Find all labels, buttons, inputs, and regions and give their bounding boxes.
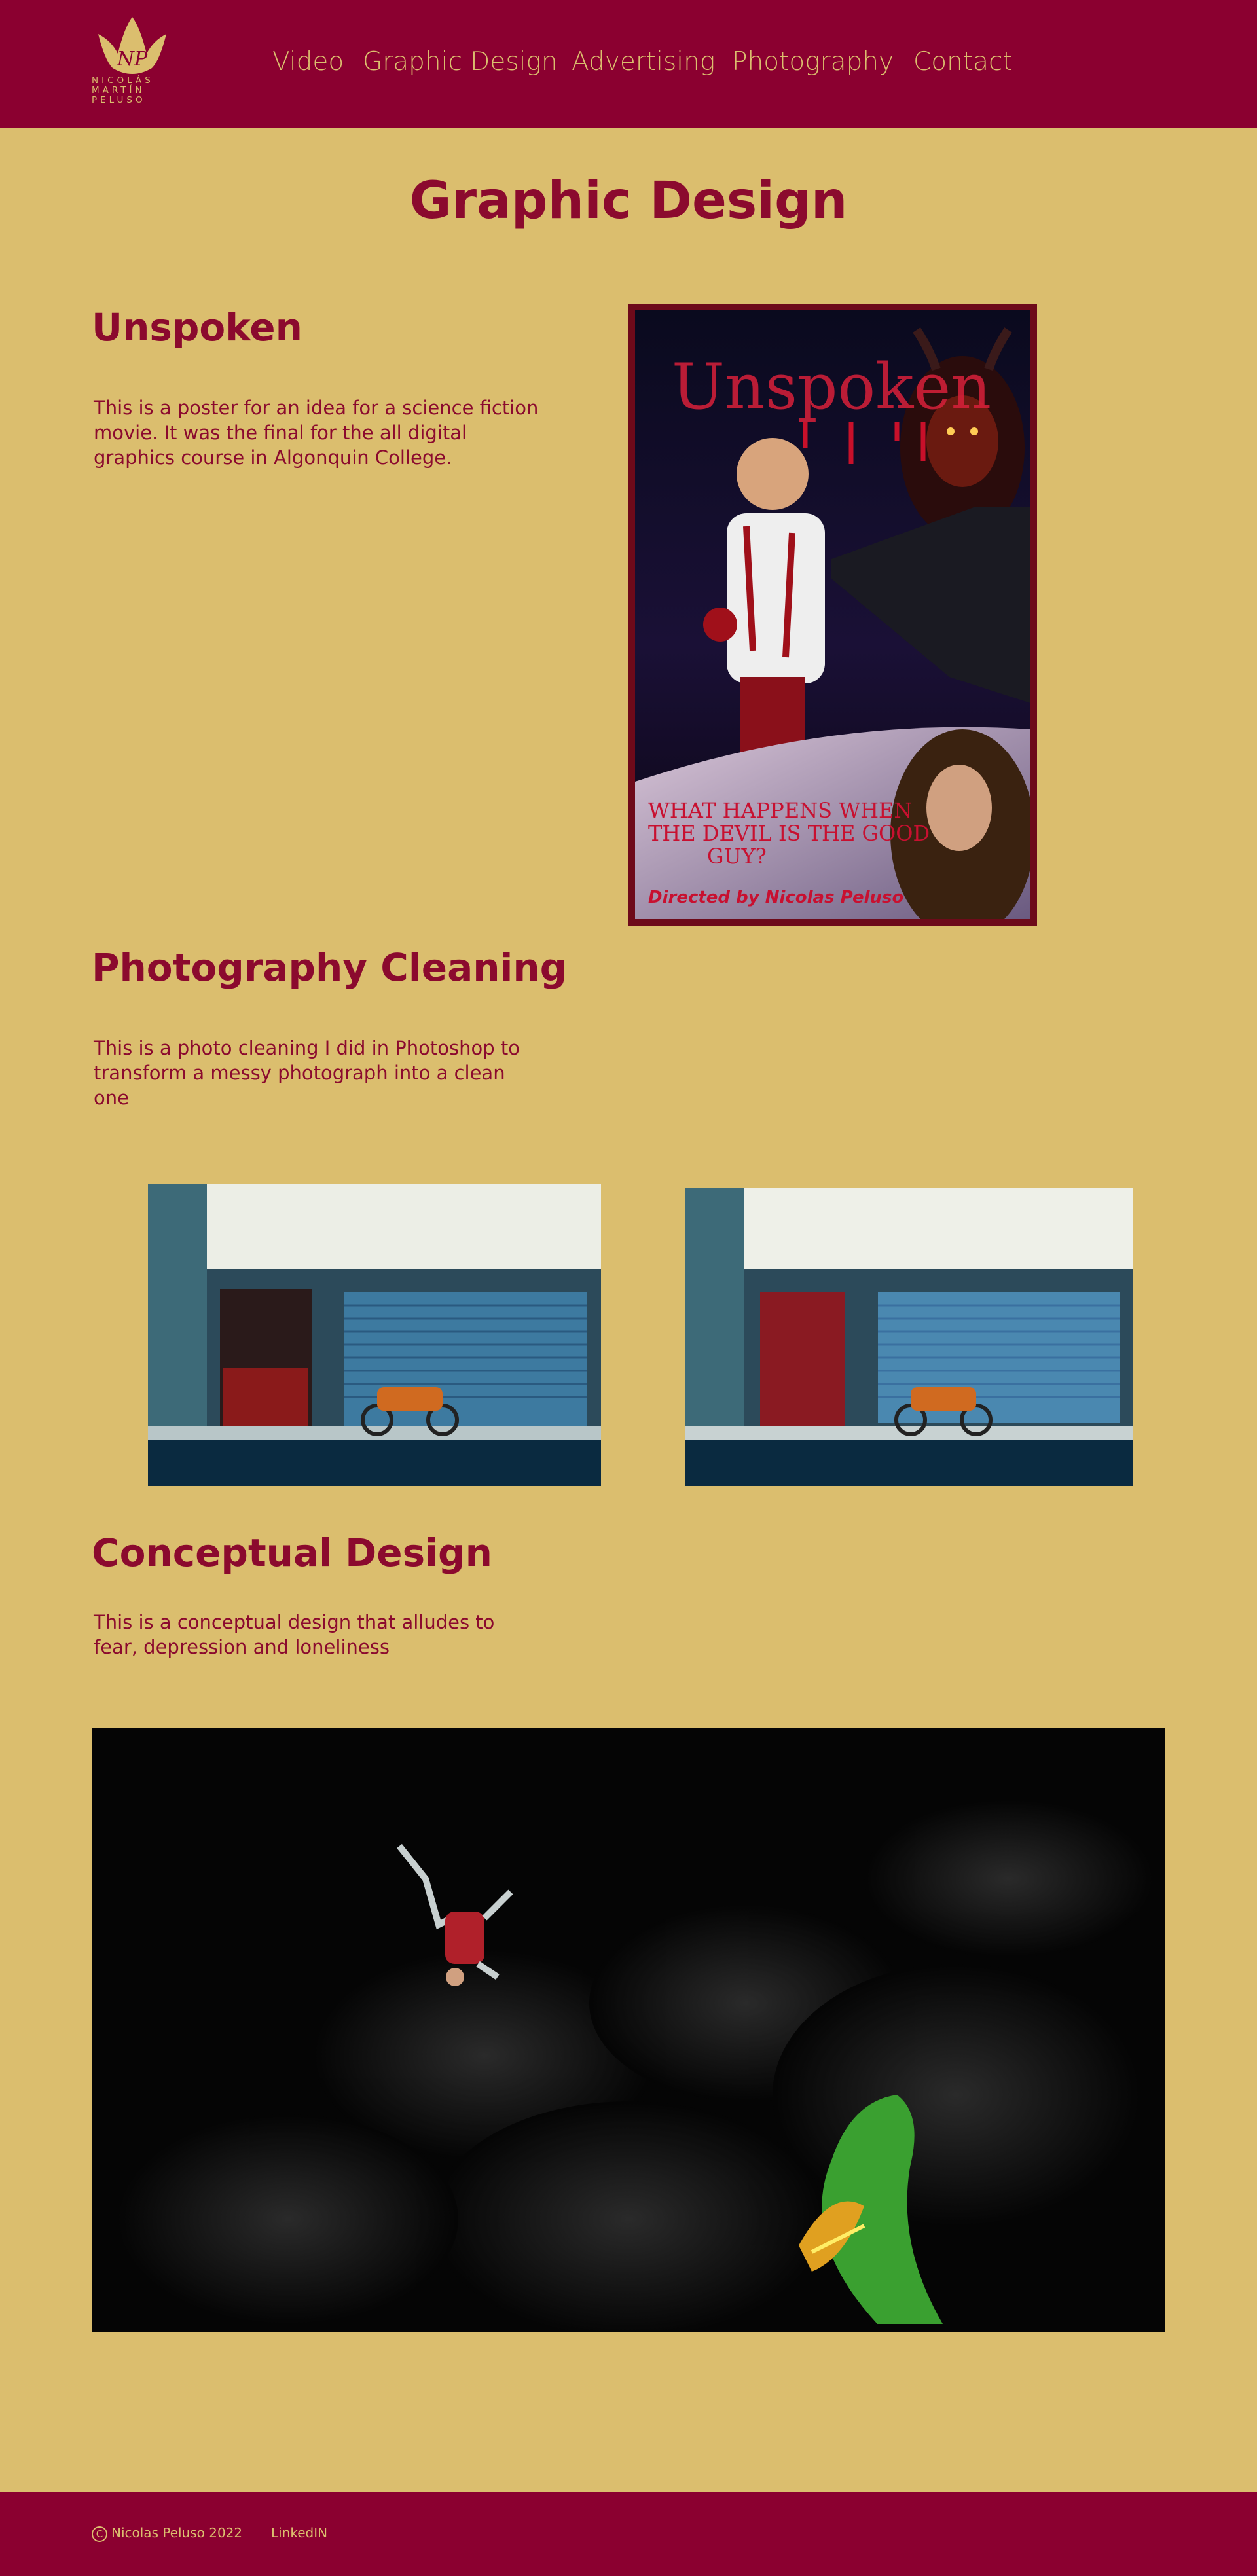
logo-line-2: MARTÍN: [92, 85, 145, 96]
section-desc-conceptual-design: This is a conceptual design that alludes…: [94, 1611, 495, 1658]
section-title-unspoken: Unspoken: [92, 305, 302, 350]
logo-line-1: NICOLÁS: [92, 75, 154, 86]
linkedin-link[interactable]: LinkedIN: [271, 2525, 327, 2541]
section-desc-photography-cleaning: This is a photo cleaning I did in Photos…: [94, 1037, 520, 1109]
svg-text:Unspoken: Unspoken: [672, 350, 991, 424]
site-header: NP NICOLÁS MARTÍN PELUSO Video Graphic D…: [0, 0, 1257, 128]
svg-text:NP: NP: [117, 48, 148, 71]
copyright: C Nicolas Peluso 2022: [92, 2525, 242, 2542]
nav-video[interactable]: Video: [272, 47, 344, 77]
logo-line-3: PELUSO: [92, 95, 146, 105]
nav-photography[interactable]: Photography: [732, 47, 894, 77]
photo-after: [685, 1188, 1133, 1486]
copyright-text: Nicolas Peluso 2022: [111, 2525, 243, 2541]
section-title-photography-cleaning: Photography Cleaning: [92, 945, 568, 990]
svg-text:GUY?: GUY?: [707, 844, 767, 869]
svg-text:THE DEVIL IS THE GOOD: THE DEVIL IS THE GOOD: [648, 821, 930, 846]
nav-advertising[interactable]: Advertising: [572, 47, 715, 77]
poster-image: Unspoken WHAT HAPPENS WHEN THE DEVIL IS …: [635, 310, 1030, 919]
page-title: Graphic Design: [409, 172, 848, 230]
copyright-icon: C: [92, 2526, 107, 2542]
section-title-conceptual-design: Conceptual Design: [92, 1531, 492, 1575]
site-footer: C Nicolas Peluso 2022 LinkedIN: [0, 2492, 1257, 2576]
conceptual-image: [92, 1728, 1165, 2332]
svg-text:WHAT HAPPENS WHEN: WHAT HAPPENS WHEN: [648, 798, 912, 823]
nav-graphic-design[interactable]: Graphic Design: [363, 47, 558, 77]
section-desc-unspoken: This is a poster for an idea for a scien…: [94, 397, 539, 469]
unspoken-poster: Unspoken WHAT HAPPENS WHEN THE DEVIL IS …: [628, 304, 1037, 926]
svg-text:Directed by Nicolas Peluso: Directed by Nicolas Peluso: [648, 888, 903, 907]
photo-before: [148, 1184, 601, 1486]
logo-wordmark: NICOLÁS MARTÍN PELUSO: [92, 76, 173, 105]
nav-contact[interactable]: Contact: [913, 47, 1013, 77]
